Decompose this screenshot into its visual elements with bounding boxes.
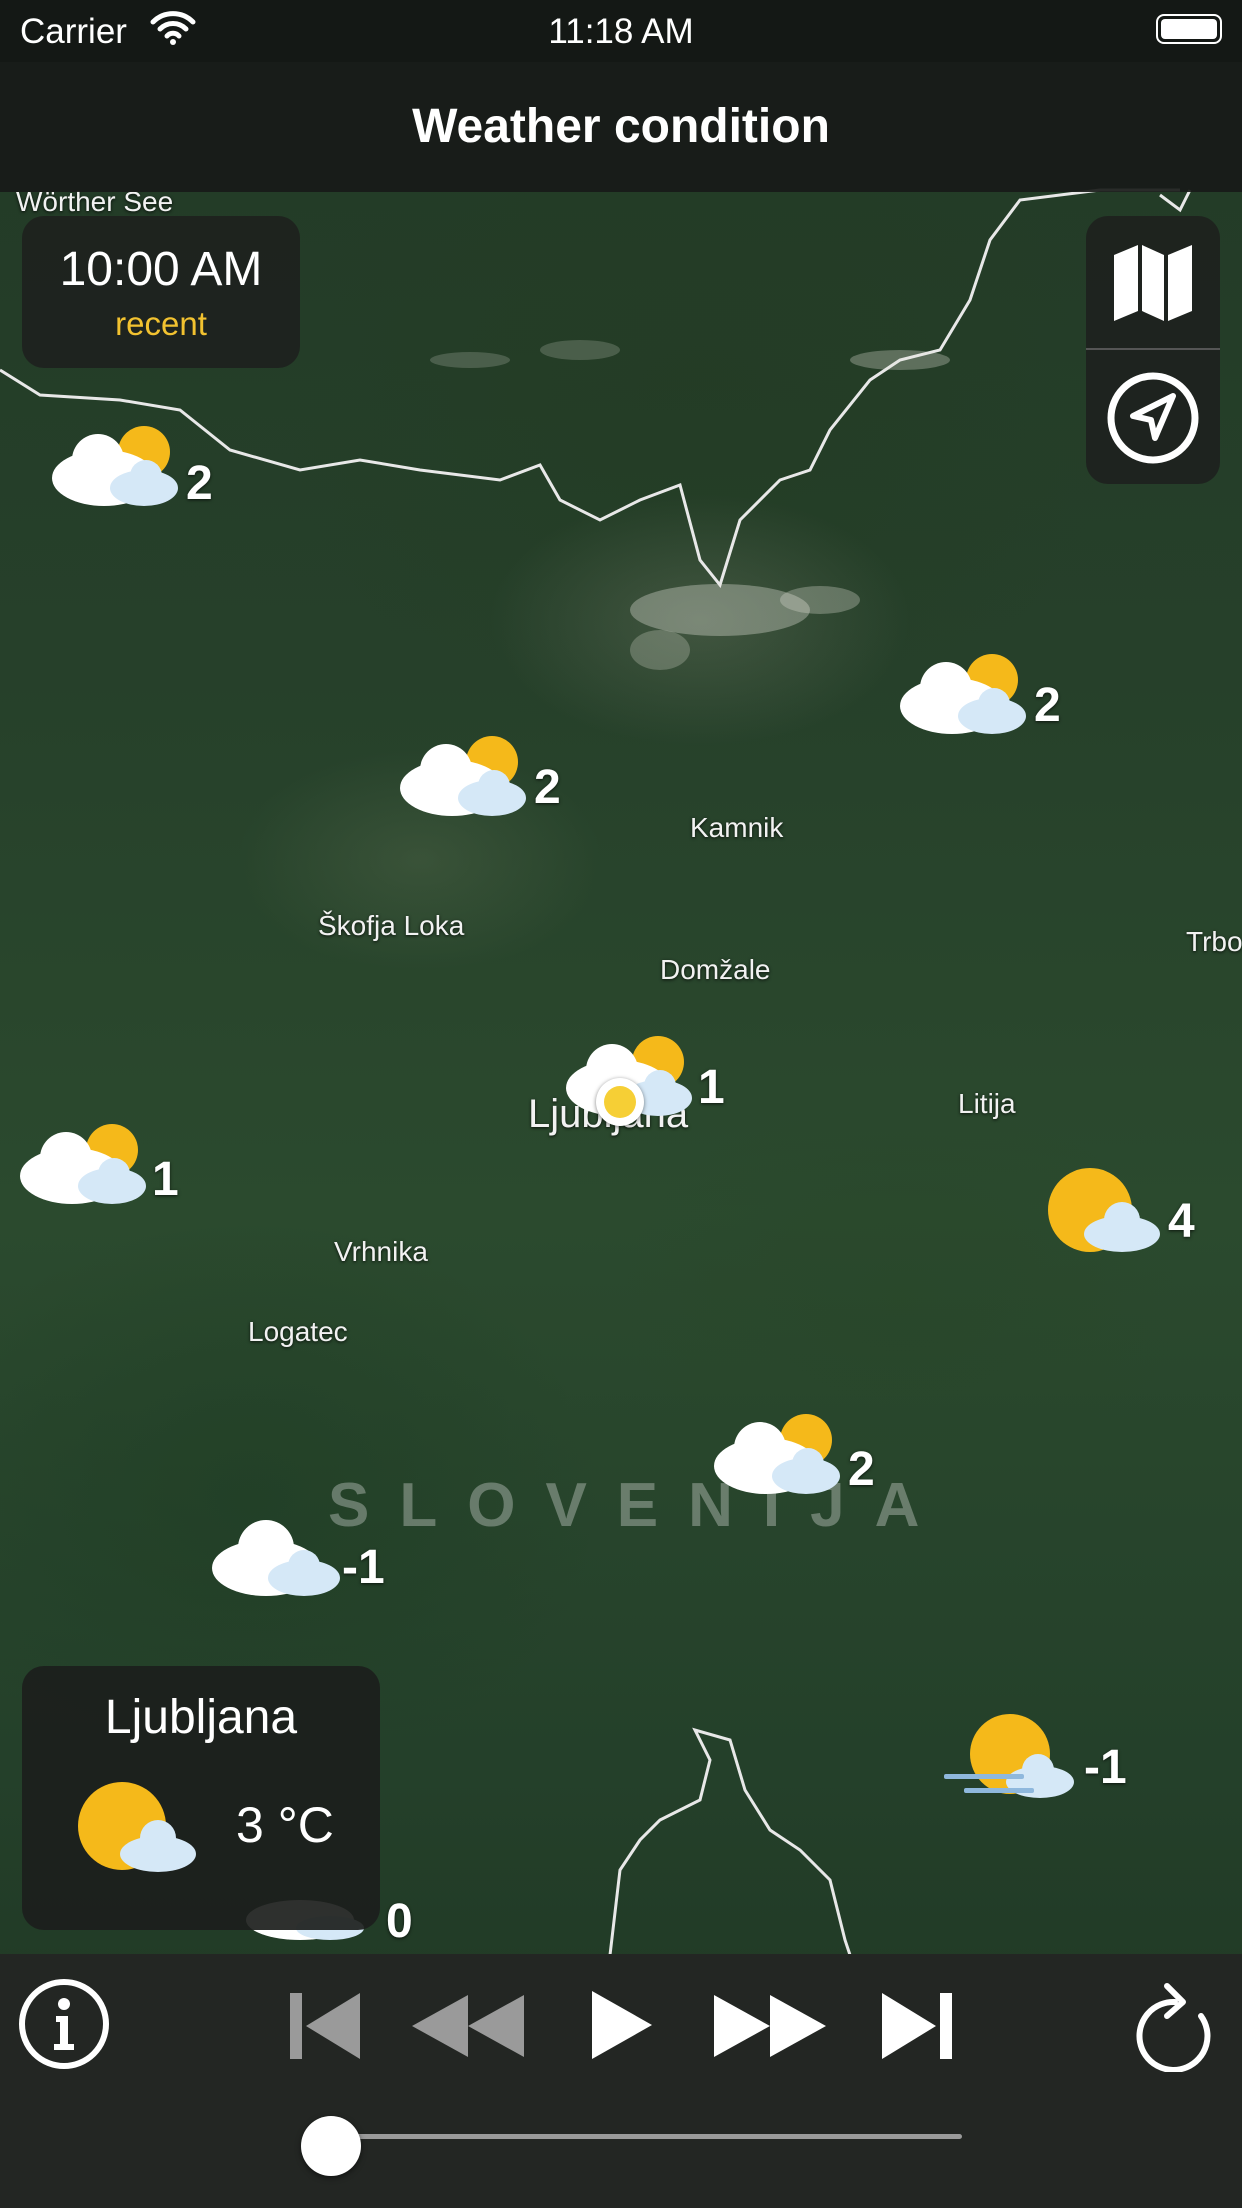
- city-name: Ljubljana: [104, 1691, 298, 1744]
- partly-cloudy-icon: [20, 1124, 146, 1204]
- skip-last-icon: [882, 1993, 952, 2059]
- place-label: Kamnik: [690, 812, 784, 843]
- skip-first-icon: [290, 1993, 360, 2059]
- locate-me-button[interactable]: [1086, 352, 1220, 484]
- place-label: Trbo: [1186, 926, 1242, 957]
- divider: [1086, 348, 1220, 350]
- place-label: Domžale: [660, 954, 771, 985]
- map-controls: [1086, 216, 1220, 484]
- cloud-icon: [212, 1520, 340, 1596]
- marker-value: 2: [848, 1443, 875, 1496]
- partly-cloudy-icon: [400, 736, 526, 816]
- partly-cloudy-icon: [714, 1414, 840, 1494]
- partly-cloudy-icon: [900, 654, 1026, 734]
- temperature-value: 3 °C: [236, 1797, 334, 1853]
- play-icon: [592, 1991, 652, 2059]
- marker-value: 2: [1034, 679, 1061, 732]
- forecast-time: 10:00 AM: [59, 243, 263, 296]
- play-button[interactable]: [576, 1980, 666, 2070]
- location-weather-card[interactable]: Ljubljana 3 °C: [22, 1666, 380, 1930]
- location-arrow-icon: [1107, 372, 1199, 464]
- playback-bar: [0, 1954, 1242, 2208]
- marker-value: 4: [1168, 1195, 1195, 1248]
- battery-icon: [1156, 14, 1222, 44]
- skip-to-start-button[interactable]: [276, 1984, 372, 2068]
- marker-value: 2: [534, 761, 561, 814]
- fog-sun-icon: [944, 1714, 1074, 1798]
- place-label: Vrhnika: [334, 1236, 428, 1267]
- nav-bar: Weather condition: [0, 62, 1242, 192]
- page-title: Weather condition: [412, 100, 830, 153]
- fast-forward-icon: [714, 1995, 826, 2057]
- map-icon: [1114, 245, 1192, 321]
- marker-value: 2: [186, 457, 213, 510]
- fast-forward-button[interactable]: [710, 1984, 832, 2068]
- current-location-dot: [596, 1078, 644, 1126]
- rewind-button[interactable]: [406, 1984, 528, 2068]
- weather-marker[interactable]: 2: [394, 730, 561, 825]
- sun-cloud-icon: [1048, 1168, 1160, 1252]
- weather-marker[interactable]: 2: [894, 648, 1061, 743]
- info-button[interactable]: [14, 1974, 114, 2074]
- clock: 11:18 AM: [548, 12, 694, 51]
- weather-marker[interactable]: 2: [708, 1408, 875, 1503]
- skip-to-end-button[interactable]: [870, 1984, 966, 2068]
- screen: Wörther See Kamnik Škofja Loka Domžale L…: [0, 0, 1242, 2208]
- status-bar: Carrier 11:18 AM: [0, 0, 1242, 62]
- marker-value: -1: [342, 1541, 385, 1594]
- weather-marker[interactable]: 2: [46, 420, 213, 515]
- weather-marker[interactable]: 4: [1046, 1164, 1195, 1259]
- marker-value: 1: [698, 1061, 725, 1114]
- weather-marker[interactable]: 1: [14, 1118, 179, 1213]
- place-label: Litija: [958, 1088, 1016, 1119]
- place-label: Škofja Loka: [318, 910, 465, 941]
- map-type-button[interactable]: [1086, 216, 1220, 348]
- weather-marker[interactable]: -1: [204, 1510, 385, 1605]
- weather-marker[interactable]: -1: [944, 1712, 1127, 1807]
- timeline-slider-thumb[interactable]: [301, 2116, 362, 2176]
- marker-value: 1: [152, 1153, 179, 1206]
- marker-value: 0: [386, 1895, 413, 1948]
- refresh-icon: [1136, 1983, 1211, 2072]
- marker-value: -1: [1084, 1741, 1127, 1794]
- refresh-button[interactable]: [1126, 1974, 1226, 2074]
- forecast-recency-label: recent: [115, 305, 207, 342]
- sun-cloud-icon: [78, 1782, 196, 1872]
- rewind-icon: [412, 1995, 524, 2057]
- timeline-slider-track[interactable]: [308, 2134, 962, 2139]
- partly-cloudy-icon: [52, 426, 178, 506]
- place-label: Logatec: [248, 1316, 348, 1347]
- forecast-time-card: 10:00 AM recent: [22, 216, 300, 368]
- info-icon: [19, 1979, 109, 2069]
